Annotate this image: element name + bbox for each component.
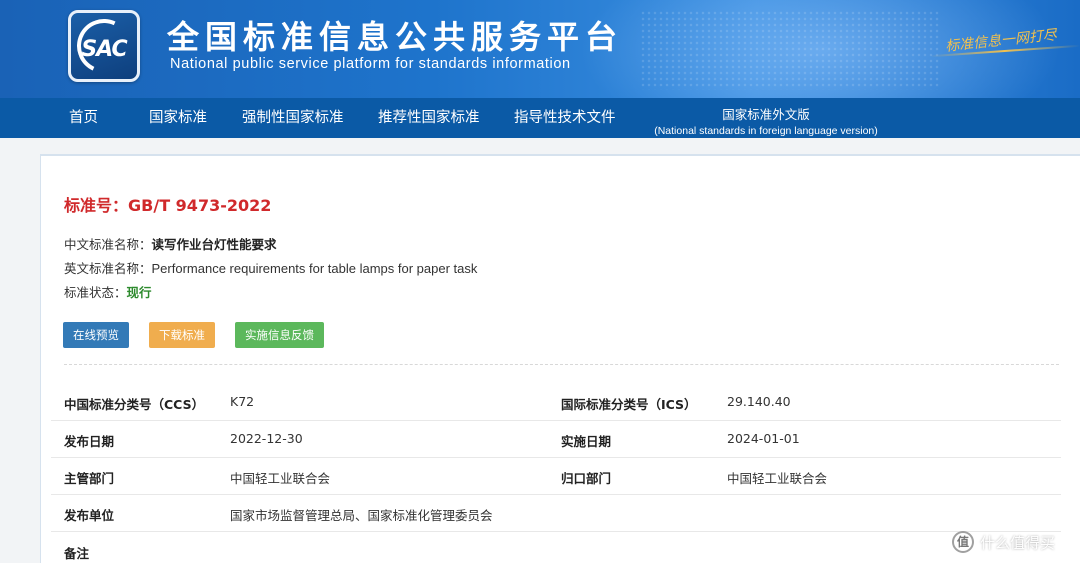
site-subtitle: National public service platform for sta… [170,56,571,72]
nav-item-guidance-documents[interactable]: 指导性技术文件 [514,98,616,138]
row-divider [51,457,1061,458]
section-divider [64,364,1059,365]
cn-name-row: 中文标准名称：读写作业台灯性能要求 [64,234,277,253]
publish-date-value: 2022-12-30 [230,431,303,446]
world-map-pattern [640,10,940,90]
logo-text: SAC [81,37,127,62]
dept-label: 主管部门 [64,471,115,486]
status-label: 标准状态： [64,285,127,300]
standard-number-label: 标准号： [64,196,129,215]
en-name-row: 英文标准名称：Performance requirements for tabl… [64,258,477,277]
owner-label: 归口部门 [561,471,612,486]
main-nav: 首页 国家标准 强制性国家标准 推荐性国家标准 指导性技术文件 国家标准外文版 … [0,98,1080,138]
issuer-value: 国家市场监督管理总局、国家标准化管理委员会 [230,508,493,523]
feedback-button[interactable]: 实施信息反馈 [235,322,324,348]
row-divider [51,531,1061,532]
en-name-label: 英文标准名称： [64,261,152,276]
impl-date-label: 实施日期 [561,434,612,449]
nav-foreign-label: 国家标准外文版 [722,107,810,122]
nav-foreign-sublabel: (National standards in foreign language … [654,125,878,137]
remark-label: 备注 [64,546,90,561]
watermark: 值 什么值得买 [952,530,1055,554]
nav-item-mandatory-standards[interactable]: 强制性国家标准 [242,98,344,138]
nav-item-home[interactable]: 首页 [69,98,98,138]
standard-detail-card: 标准号：GB/T 9473-2022 中文标准名称：读写作业台灯性能要求 英文标… [40,154,1080,563]
row-divider [51,494,1061,495]
nav-item-foreign-version[interactable]: 国家标准外文版 (National standards in foreign l… [646,98,886,138]
cn-name-value: 读写作业台灯性能要求 [151,237,277,252]
status-row: 标准状态：现行 [64,282,152,301]
status-badge: 现行 [126,285,152,300]
smzdm-logo-icon: 值 [952,531,974,553]
header-banner: SAC 全国标准信息公共服务平台 National public service… [0,0,1080,98]
en-name-value: Performance requirements for table lamps… [151,261,478,276]
nav-item-national-standards[interactable]: 国家标准 [149,98,207,138]
watermark-text: 什么值得买 [980,533,1056,552]
ccs-value: K72 [230,394,255,409]
standard-number: GB/T 9473-2022 [128,196,272,215]
publish-date-label: 发布日期 [64,434,115,449]
ics-value: 29.140.40 [727,394,791,409]
ics-label: 国际标准分类号（ICS） [561,397,697,412]
issuer-label: 发布单位 [64,508,115,523]
site-title: 全国标准信息公共服务平台 [167,18,624,56]
standard-number-heading: 标准号：GB/T 9473-2022 [64,192,271,216]
dept-value: 中国轻工业联合会 [230,471,331,486]
owner-value: 中国轻工业联合会 [727,471,828,486]
cn-name-label: 中文标准名称： [64,237,152,252]
row-divider [51,420,1061,421]
impl-date-value: 2024-01-01 [727,431,800,446]
nav-item-recommended-standards[interactable]: 推荐性国家标准 [378,98,480,138]
ccs-label: 中国标准分类号（CCS） [64,397,205,412]
sac-logo[interactable]: SAC [68,10,140,82]
download-button[interactable]: 下载标准 [149,322,215,348]
preview-button[interactable]: 在线预览 [63,322,129,348]
